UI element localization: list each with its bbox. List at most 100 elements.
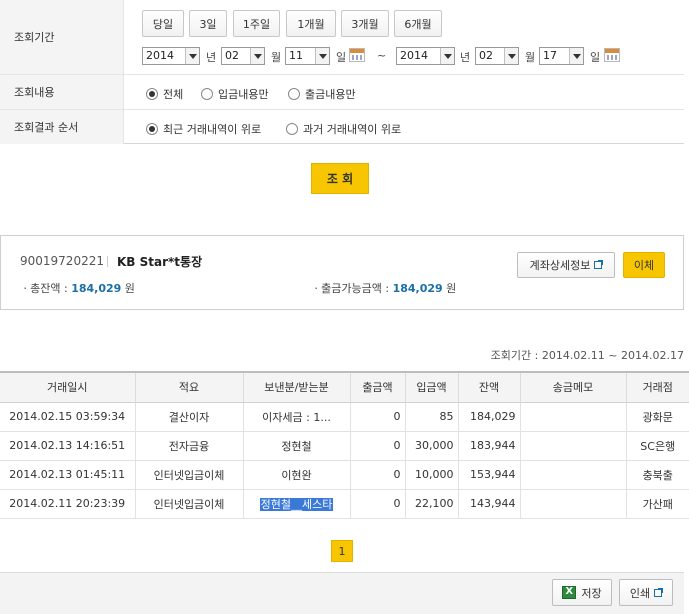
table-row[interactable]: 2014.02.13 14:16:51 전자금융 정현철 0 30,000 18… [0, 431, 689, 461]
cell-desc: 인터넷입금이체 [135, 460, 244, 490]
search-button[interactable]: 조 회 [311, 163, 369, 194]
cell-branch: SC은행 [626, 431, 689, 461]
cell-withdraw: 0 [350, 402, 406, 432]
header-withdraw[interactable]: 출금액 [350, 371, 406, 403]
from-year-unit: 년 [206, 51, 217, 64]
cell-balance: 184,029 [458, 402, 521, 432]
total-balance: ㆍ총잔액 : 184,029 원 [20, 282, 135, 295]
cell-party: 정현철__세스타 [243, 489, 351, 519]
cell-withdraw: 0 [350, 460, 406, 490]
to-year-unit: 년 [460, 51, 471, 64]
quick-6month-button[interactable]: 6개월 [394, 10, 442, 37]
cell-deposit: 30,000 [405, 431, 459, 461]
quick-3month-button[interactable]: 3개월 [341, 10, 389, 37]
cell-memo [520, 431, 627, 461]
print-button[interactable]: 인쇄 [619, 579, 673, 606]
to-day-select[interactable]: 17 [539, 47, 584, 65]
page-1-button[interactable]: 1 [331, 540, 353, 562]
cell-desc: 인터넷입금이체 [135, 489, 244, 519]
calendar-icon[interactable] [349, 48, 365, 62]
calendar-icon[interactable] [604, 48, 620, 62]
cell-desc: 전자금융 [135, 431, 244, 461]
account-name: KB Star*t통장 [117, 255, 203, 269]
chevron-down-icon [185, 48, 199, 64]
cell-memo [520, 460, 627, 490]
cell-party: 이현완 [243, 460, 351, 490]
from-month-select[interactable]: 02 [221, 47, 265, 65]
table-row[interactable]: 2014.02.11 20:23:39 인터넷입금이체 정현철__세스타 0 2… [0, 489, 689, 519]
cell-desc: 결산이자 [135, 402, 244, 432]
chevron-down-icon [504, 48, 518, 64]
table-header-row: 거래일시 적요 보낸분/받는분 출금액 입금액 잔액 송금메모 거래점 [0, 371, 689, 403]
header-memo[interactable]: 송금메모 [520, 371, 627, 403]
header-date[interactable]: 거래일시 [0, 371, 136, 403]
cell-date: 2014.02.13 01:45:11 [0, 460, 136, 490]
radio-unchecked-icon [201, 88, 213, 100]
chevron-down-icon [250, 48, 264, 64]
cell-deposit: 22,100 [405, 489, 459, 519]
cell-branch: 가산패 [626, 489, 689, 519]
cell-deposit: 85 [405, 402, 459, 432]
available-balance: ㆍ출금가능금액 : 184,029 원 [311, 282, 457, 295]
content-all-radio[interactable]: 전체 [146, 86, 183, 102]
radio-checked-icon [146, 123, 158, 135]
cell-balance: 183,944 [458, 431, 521, 461]
order-recent-radio[interactable]: 최근 거래내역이 위로 [146, 121, 261, 137]
external-link-icon [654, 587, 664, 597]
cell-balance: 143,944 [458, 489, 521, 519]
transfer-button[interactable]: 이체 [623, 252, 665, 278]
period-label: 조회기간 [0, 0, 124, 74]
cell-date: 2014.02.13 14:16:51 [0, 431, 136, 461]
radio-checked-icon [146, 88, 158, 100]
order-label: 조회결과 순서 [0, 110, 124, 144]
content-label: 조회내용 [0, 75, 124, 109]
quick-1week-button[interactable]: 1주일 [233, 10, 280, 37]
external-link-icon [594, 260, 604, 269]
content-deposit-radio[interactable]: 입금내용만 [201, 86, 269, 102]
from-month-unit: 월 [271, 51, 282, 64]
excel-icon [562, 586, 577, 599]
radio-unchecked-icon [288, 88, 300, 100]
divider [107, 256, 108, 267]
from-day-unit: 일 [336, 51, 347, 64]
table-row[interactable]: 2014.02.13 01:45:11 인터넷입금이체 이현완 0 10,000… [0, 460, 689, 490]
from-year-select[interactable]: 2014 [142, 47, 200, 65]
cell-withdraw: 0 [350, 431, 406, 461]
cell-memo [520, 402, 627, 432]
cell-balance: 153,944 [458, 460, 521, 490]
cell-date: 2014.02.11 20:23:39 [0, 489, 136, 519]
cell-memo [520, 489, 627, 519]
to-year-select[interactable]: 2014 [396, 47, 455, 65]
transactions-table: 거래일시 적요 보낸분/받는분 출금액 입금액 잔액 송금메모 거래점 2014… [0, 371, 689, 519]
save-button[interactable]: 저장 [552, 579, 612, 606]
to-month-unit: 월 [525, 51, 536, 64]
radio-unchecked-icon [286, 123, 298, 135]
chevron-down-icon [440, 48, 454, 64]
cell-branch: 충북출 [626, 460, 689, 490]
period-summary: 조회기간 : 2014.02.11 ~ 2014.02.17 [490, 349, 684, 362]
header-balance[interactable]: 잔액 [458, 371, 521, 403]
cell-party: 이자세금 : 1... [243, 402, 351, 432]
cell-branch: 광화문 [626, 402, 689, 432]
order-past-radio[interactable]: 과거 거래내역이 위로 [286, 121, 401, 137]
header-deposit[interactable]: 입금액 [405, 371, 459, 403]
to-day-unit: 일 [590, 51, 601, 64]
header-desc[interactable]: 적요 [135, 371, 244, 403]
search-form: 조회기간 당일 3일 1주일 1개월 3개월 6개월 2014 년 02 월 1… [0, 0, 684, 144]
quick-3days-button[interactable]: 3일 [189, 10, 227, 37]
from-day-select[interactable]: 11 [285, 47, 330, 65]
selected-text[interactable]: 정현철__세스타 [259, 497, 334, 511]
cell-party: 정현철 [243, 431, 351, 461]
account-number: 90019720221 [20, 254, 104, 268]
table-row[interactable]: 2014.02.15 03:59:34 결산이자 이자세금 : 1... 0 8… [0, 402, 689, 432]
header-party[interactable]: 보낸분/받는분 [243, 371, 351, 403]
header-branch[interactable]: 거래점 [626, 371, 689, 403]
cell-withdraw: 0 [350, 489, 406, 519]
to-month-select[interactable]: 02 [475, 47, 519, 65]
chevron-down-icon [569, 48, 583, 64]
quick-1month-button[interactable]: 1개월 [286, 10, 336, 37]
content-withdraw-radio[interactable]: 출금내용만 [288, 86, 356, 102]
account-detail-button[interactable]: 계좌상세정보 [517, 252, 615, 278]
quick-today-button[interactable]: 당일 [142, 10, 184, 37]
cell-deposit: 10,000 [405, 460, 459, 490]
